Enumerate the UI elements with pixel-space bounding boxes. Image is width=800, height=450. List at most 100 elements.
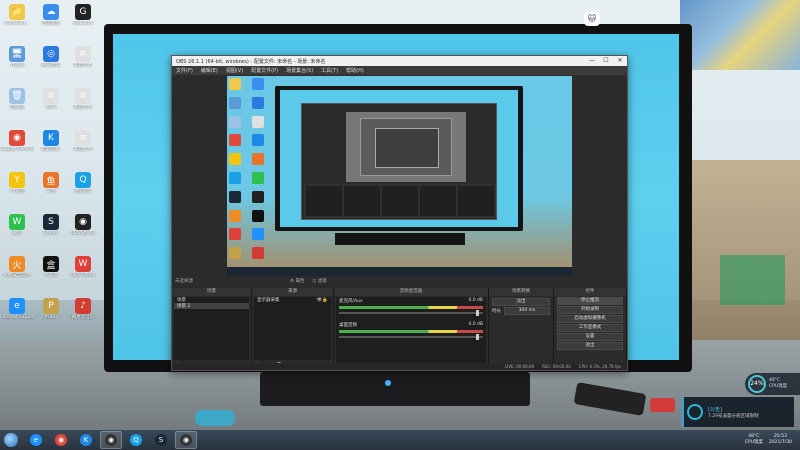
desktop-icon-label: 网易云音乐 (71, 315, 95, 320)
duration-input[interactable]: 300 ms (504, 307, 550, 315)
start-recording-button[interactable]: 开始录制 (557, 306, 623, 314)
settings-button[interactable]: 设置 (557, 333, 623, 341)
track-name: 麦克风/Aux (339, 299, 363, 304)
obs-window[interactable]: OBS 26.1.1 (64-bit, windows) - 配置文件: 未命名… (171, 55, 628, 371)
desktop-icon[interactable]: 火火绒安全软件 (0, 256, 34, 278)
mixer-body: 麦克风/Aux 0.0 dB 桌面音频 0.0 dB (336, 297, 486, 368)
taskbar-kugou[interactable]: K (75, 431, 97, 449)
app-icon: ≡ (75, 88, 91, 104)
menu-view[interactable]: 视图(V) (226, 67, 243, 74)
desktop-icon[interactable]: ≡ 新建文本 (66, 88, 100, 110)
minimize-button[interactable]: — (585, 56, 599, 66)
desktop-icon[interactable]: Q 腾讯QQ (66, 172, 100, 194)
desktop-icon[interactable]: ◉ OBS Studio (66, 214, 100, 236)
desktop-icon[interactable]: ≡ 新建文本 (66, 130, 100, 152)
virtual-camera-button[interactable]: 启动虚拟摄像机 (557, 315, 623, 323)
stop-streaming-button[interactable]: 停止推流 (557, 297, 623, 305)
desktop-icon[interactable]: eInternet Explorer (0, 298, 34, 320)
taskbar-chrome[interactable]: ◉ (50, 431, 72, 449)
menu-help[interactable]: 帮助(H) (346, 67, 364, 74)
mixer-title: 音频混音器 (334, 288, 488, 296)
cpu-widget[interactable]: 24% 48°C CPU温度 (745, 373, 800, 395)
desktop-icon[interactable]: ☁ 百度网盘 (34, 4, 68, 26)
desktop-icons: 📁 Administr... ☁ 百度网盘 G WeGame 🖥 计算机 ◎ 腾讯会议 ≡ 新建文本 🗑… (0, 0, 104, 430)
start-button[interactable] (0, 430, 22, 450)
scenes-dock: 场景 场景 场景 2 + − ∧ ∨ (172, 288, 252, 370)
duration-label: 时长 (492, 309, 501, 314)
cat-icon[interactable]: 🐱 (584, 12, 600, 26)
nested-preview-3 (375, 128, 439, 168)
system-tray: 48°C CPU温度 20:53 2021/7/30 (745, 434, 800, 446)
clock-date: 2021/7/30 (768, 440, 792, 445)
desktop-icon[interactable]: 📁 Administr... (0, 4, 34, 26)
desktop-icon[interactable]: 🖥 计算机 (0, 46, 34, 68)
mixer-track: 桌面音频 0.0 dB (336, 321, 486, 345)
desktop-icon[interactable]: P PUBG (34, 298, 68, 320)
mixer-dock: 音频混音器 麦克风/Aux 0.0 dB 桌面音频 0.0 dB (334, 288, 489, 370)
scene-item[interactable]: 场景 2 (174, 303, 249, 309)
desktop-icon-label: Internet Explorer (0, 315, 34, 320)
desktop-icon-label: Steam (43, 231, 59, 236)
desktop-icon[interactable]: ◉ Google Chrome (0, 130, 34, 152)
sources-list: 显示器采集 👁🔒 (254, 297, 331, 360)
notification-popup[interactable]: [公告] 7.29号凌晨分值区域限制 (682, 397, 794, 427)
maximize-button[interactable]: ☐ (599, 56, 613, 66)
desktop-icon-label: 小黑盒 (44, 273, 58, 278)
properties-button[interactable]: ⚙ 属性 (290, 278, 304, 284)
volume-fader[interactable] (339, 310, 483, 316)
scenes-title: 场景 (172, 288, 251, 296)
source-item[interactable]: 显示器采集 👁🔒 (254, 297, 331, 303)
volume-fader[interactable] (339, 334, 483, 340)
app-icon: ☁ (43, 4, 59, 20)
green-box (720, 255, 785, 305)
taskbar-obs[interactable]: ◉ (100, 431, 122, 449)
menu-tools[interactable]: 工具(T) (321, 67, 338, 74)
desktop-icon-label: 斗鱼 (46, 189, 56, 194)
game-controller (195, 410, 235, 426)
menu-scene-collection[interactable]: 场景集合(S) (286, 67, 313, 74)
desktop-icon[interactable]: G WeGame (66, 4, 100, 26)
desktop-icon[interactable]: W 微信 (0, 214, 34, 236)
cpu-status: CPU: 0.3%, 29.78 fps (578, 364, 621, 369)
taskbar-obs2[interactable]: ◉ (175, 431, 197, 449)
app-icon: ◎ (43, 46, 59, 62)
menu-profile[interactable]: 配置文件(P) (251, 67, 278, 74)
menu-file[interactable]: 文件(F) (176, 67, 193, 74)
desktop-icon[interactable]: ≡ WPS (34, 88, 68, 110)
sources-title: 来源 (252, 288, 333, 296)
cpu-temp-tray[interactable]: 48°C CPU温度 (745, 434, 763, 446)
visibility-icon[interactable]: 👁🔒 (317, 298, 328, 303)
preview-nested-obs (301, 103, 497, 220)
obs-menubar: 文件(F) 编辑(E) 视图(V) 配置文件(P) 场景集合(S) 工具(T) … (172, 66, 627, 75)
desktop-icon[interactable]: ♪ 网易云音乐 (66, 298, 100, 320)
obs-title: OBS 26.1.1 (64-bit, windows) - 配置文件: 未命名… (176, 58, 326, 65)
desktop-icon[interactable]: ◎ 腾讯会议 (34, 46, 68, 68)
desktop-icon[interactable]: 🗑 回收站 (0, 88, 34, 110)
taskbar-qq[interactable]: Q (125, 431, 147, 449)
taskbar-steam[interactable]: S (150, 431, 172, 449)
desktop-icon[interactable]: K 酷狗音乐 (34, 130, 68, 152)
exit-button[interactable]: 退出 (557, 342, 623, 350)
desktop-icon-label: 腾讯会议 (42, 63, 60, 68)
studio-mode-button[interactable]: 工作室模式 (557, 324, 623, 332)
menu-edit[interactable]: 编辑(E) (201, 67, 218, 74)
source-label: 显示器采集 (257, 298, 280, 303)
taskbar-ie[interactable]: e (25, 431, 47, 449)
obs-titlebar[interactable]: OBS 26.1.1 (64-bit, windows) - 配置文件: 未命名… (172, 56, 627, 66)
desktop-icon[interactable]: Y YY语音 (0, 172, 34, 194)
obs-icon: ◉ (105, 434, 117, 446)
desktop-icon[interactable]: 鱼斗鱼 (34, 172, 68, 194)
notification-title: [公告] (708, 406, 722, 413)
filters-button[interactable]: ◫ 滤镜 (312, 278, 327, 284)
desktop-icon-label: YY语音 (9, 189, 25, 194)
transition-select[interactable]: 淡出 (492, 298, 550, 306)
track-name: 桌面音频 (339, 323, 357, 328)
desktop-icon[interactable]: W WPS Office (66, 256, 100, 278)
desktop-icon[interactable]: S Steam (34, 214, 68, 236)
clock[interactable]: 20:53 2021/7/30 (769, 434, 792, 446)
close-button[interactable]: ✕ (613, 56, 627, 66)
obs-preview[interactable] (227, 76, 572, 276)
desktop-icon[interactable]: 盒小黑盒 (34, 256, 68, 278)
desktop-icon-label: 新建文本 (74, 105, 92, 110)
desktop-icon[interactable]: ≡ 新建文本 (66, 46, 100, 68)
